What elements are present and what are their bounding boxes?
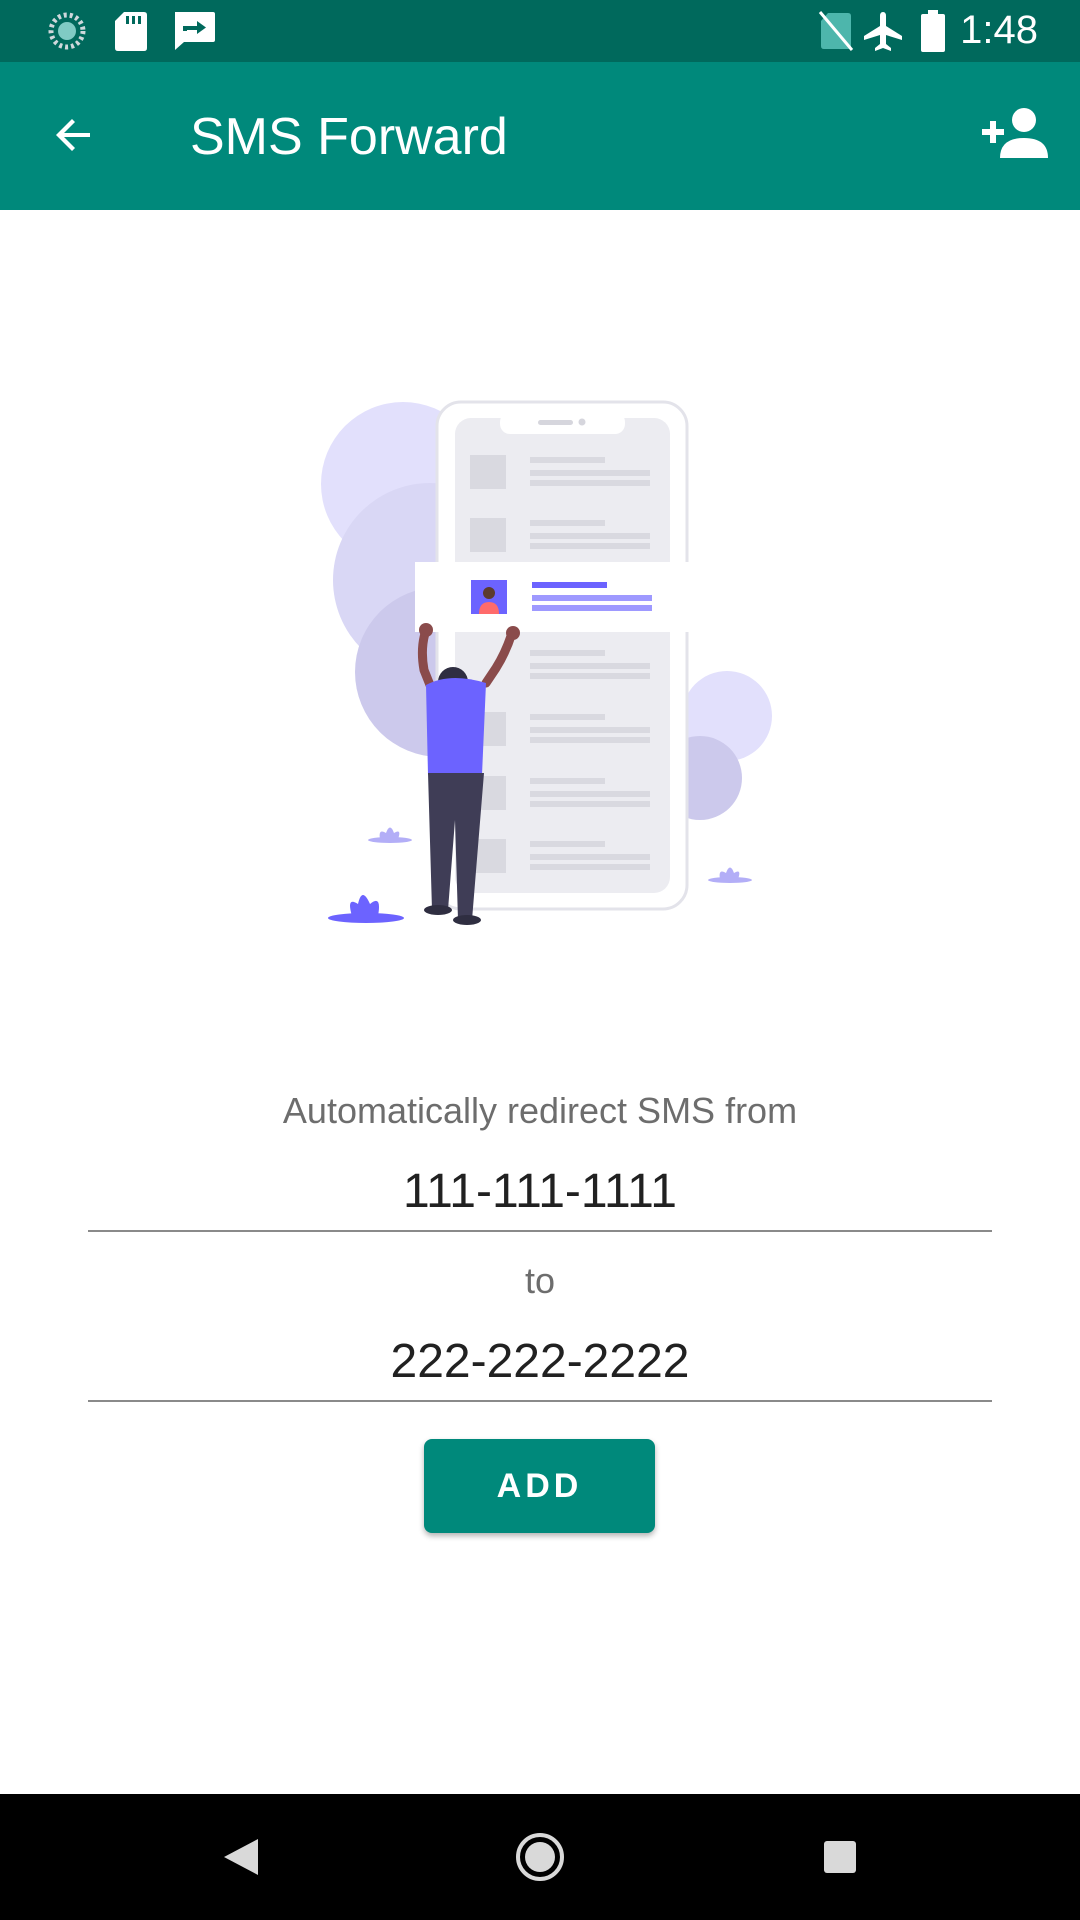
back-triangle-icon[interactable] (210, 1827, 270, 1887)
redirect-prompt: Automatically redirect SMS from (282, 1090, 798, 1131)
add-button[interactable]: ADD (424, 1439, 655, 1533)
sync-icon (48, 12, 86, 50)
phone-illustration (321, 400, 772, 925)
recents-square-icon[interactable] (810, 1827, 870, 1887)
add-person-icon[interactable] (980, 104, 1050, 164)
home-circle-icon[interactable] (510, 1827, 570, 1887)
forward-message-icon (175, 12, 215, 50)
battery-icon (921, 10, 945, 52)
page-title: SMS Forward (190, 108, 508, 166)
sd-card-icon (115, 12, 147, 51)
arrow-back-icon[interactable] (44, 106, 104, 166)
navigation-bar (0, 1794, 1080, 1920)
airplane-mode-icon (864, 12, 902, 51)
to-number-field[interactable] (88, 1322, 992, 1402)
status-bar: 1:48 (0, 0, 1080, 62)
to-label: to (524, 1260, 556, 1301)
no-sim-icon (818, 11, 854, 51)
status-time: 1:48 (960, 8, 1038, 52)
phone-camera (578, 418, 586, 426)
phone-speaker (538, 420, 573, 425)
app-bar: SMS Forward (0, 62, 1080, 210)
from-number-field[interactable] (88, 1152, 992, 1232)
